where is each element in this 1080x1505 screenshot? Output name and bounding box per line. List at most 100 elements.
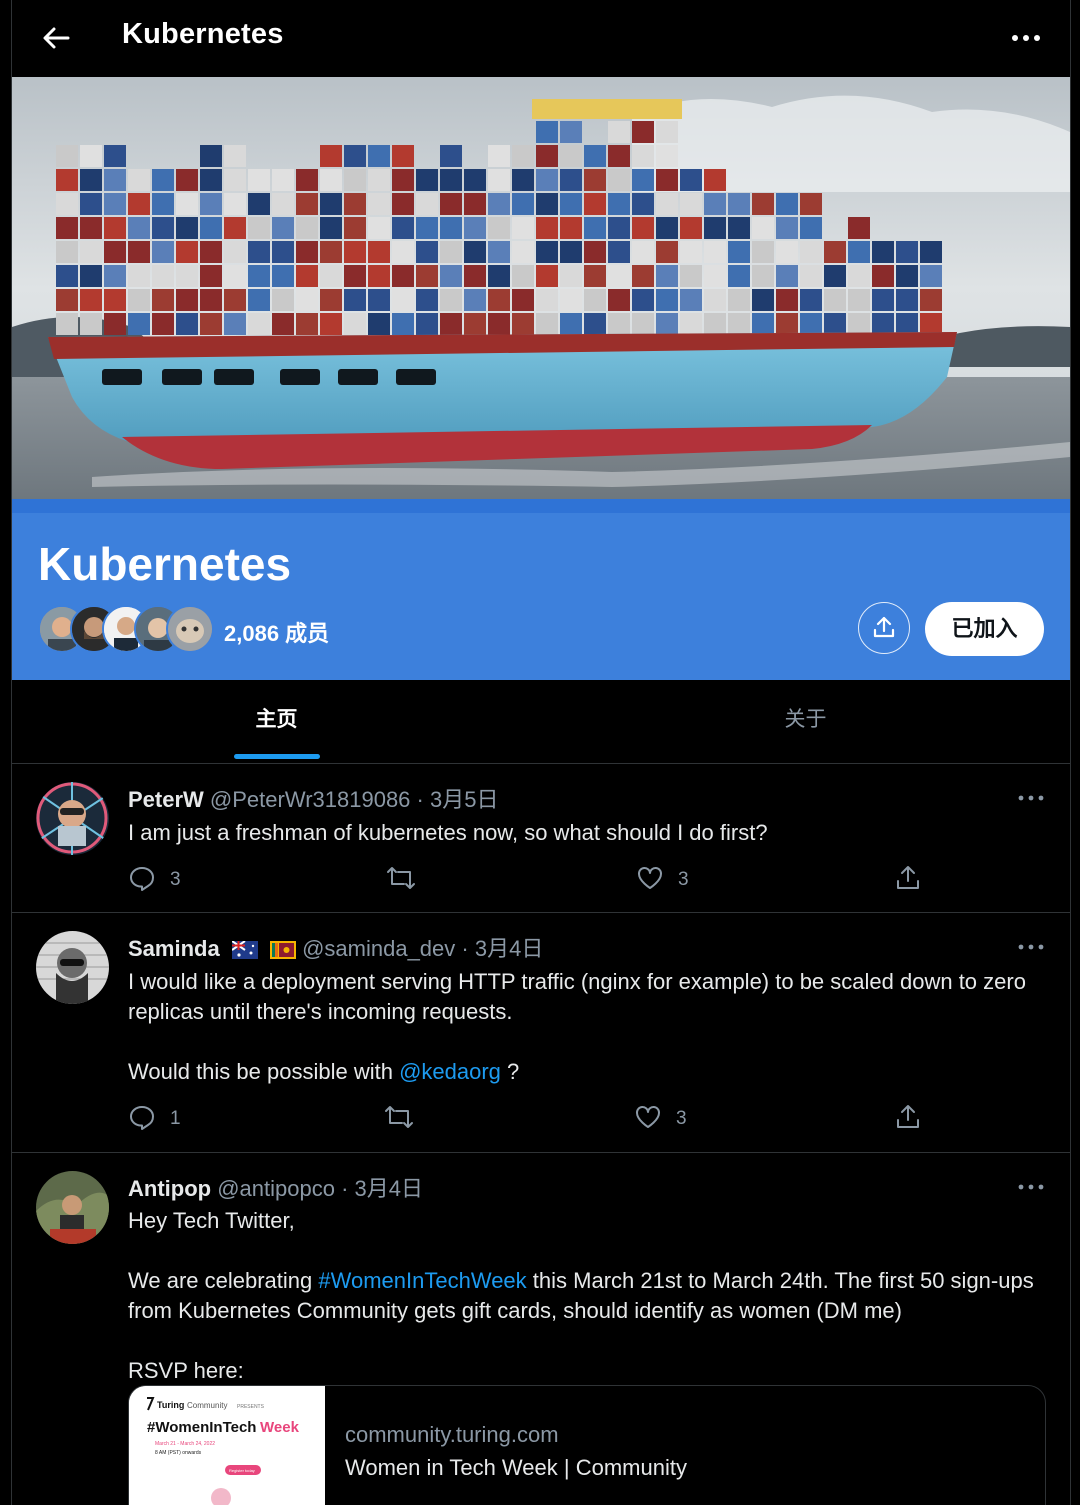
shipping-container [128, 313, 150, 335]
post-text-line: Would this be possible with @kedaorg ? [128, 1057, 1038, 1087]
reply-count: 3 [170, 869, 181, 890]
shipping-container [344, 169, 366, 191]
shipping-container [752, 193, 774, 215]
author-name[interactable]: Saminda [128, 936, 220, 961]
shipping-container [344, 313, 366, 335]
shipping-container [200, 241, 222, 263]
shipping-container [848, 265, 870, 287]
shipping-container [608, 121, 630, 143]
more-icon[interactable] [1006, 20, 1046, 56]
thumb-tag-b: Week [260, 1419, 300, 1436]
shipping-container [272, 289, 294, 311]
shipping-container [272, 241, 294, 263]
shipping-container [368, 313, 390, 335]
reply-icon [130, 1106, 154, 1130]
mention-link[interactable]: @kedaorg [399, 1059, 501, 1084]
top-bar: Kubernetes [12, 0, 1070, 76]
shipping-container [344, 241, 366, 263]
shipping-container [536, 265, 558, 287]
post-text: I am just a freshman of kubernetes now, … [128, 818, 1038, 848]
author-name[interactable]: PeterW [128, 787, 204, 812]
shipping-container [632, 145, 654, 167]
active-tab-indicator [234, 754, 320, 759]
more-icon[interactable] [1016, 790, 1046, 806]
post-date[interactable]: 3月5日 [430, 787, 498, 812]
author-handle[interactable]: @PeterWr31819086 [210, 787, 411, 812]
shipping-container [248, 265, 270, 287]
member-count[interactable]: 2,086 成员 [224, 616, 329, 648]
link-preview-card[interactable]: Turing Community PRESENTS #WomenInTech W… [128, 1385, 1046, 1505]
author-name[interactable]: Antipop [128, 1176, 211, 1201]
post-date[interactable]: 3月4日 [355, 1176, 423, 1201]
shipping-container [536, 217, 558, 239]
shipping-container [752, 217, 774, 239]
shipping-container [368, 289, 390, 311]
shipping-container [680, 241, 702, 263]
shipping-container [824, 265, 846, 287]
shipping-container [128, 169, 150, 191]
shipping-container [344, 265, 366, 287]
shipping-container [752, 265, 774, 287]
avatar[interactable] [36, 931, 109, 1004]
hashtag-link[interactable]: #WomenInTechWeek [318, 1268, 526, 1293]
shipping-container [176, 193, 198, 215]
post[interactable]: Saminda @saminda_dev · 3月4日 I would like… [12, 913, 1070, 1153]
shipping-container [464, 289, 486, 311]
share-button[interactable] [858, 602, 910, 654]
shipping-container [704, 241, 726, 263]
shipping-container [320, 145, 342, 167]
shipping-container [392, 145, 414, 167]
avatar[interactable] [36, 1171, 109, 1244]
tab-home-label: 主页 [255, 708, 298, 731]
shipping-container [80, 193, 102, 215]
joined-button[interactable]: 已加入 [925, 602, 1044, 656]
shipping-container [656, 289, 678, 311]
shipping-container [704, 289, 726, 311]
post[interactable]: PeterW @PeterWr31819086 · 3月5日 I am just… [12, 764, 1070, 913]
shipping-container [296, 193, 318, 215]
shipping-container [128, 217, 150, 239]
page-title: Kubernetes [122, 18, 284, 50]
post-date[interactable]: 3月4日 [475, 936, 543, 961]
author-handle[interactable]: @antipopco [217, 1176, 335, 1201]
shipping-container [848, 217, 870, 239]
shipping-container [176, 313, 198, 335]
shipping-container [632, 289, 654, 311]
back-arrow-icon[interactable] [38, 20, 74, 56]
shipping-container [488, 145, 510, 167]
shipping-container [920, 265, 942, 287]
shipping-container [560, 145, 582, 167]
shipping-container [296, 289, 318, 311]
shipping-container [728, 313, 750, 335]
shipping-container [368, 169, 390, 191]
post-text: Hey Tech Twitter, We are celebrating #Wo… [128, 1206, 1038, 1386]
shipping-container [896, 241, 918, 263]
thumb-tag-a: #WomenInTech [147, 1419, 256, 1436]
shipping-container [632, 169, 654, 191]
shipping-container [632, 217, 654, 239]
shipping-container [368, 241, 390, 263]
tab-about[interactable]: 关于 [541, 681, 1070, 763]
shipping-container [248, 241, 270, 263]
shipping-container [248, 169, 270, 191]
tab-home[interactable]: 主页 [12, 681, 541, 763]
shipping-container [848, 313, 870, 335]
shipping-container [536, 241, 558, 263]
member-avatars[interactable] [38, 605, 218, 653]
shipping-container [896, 265, 918, 287]
shipping-container [584, 289, 606, 311]
retweet-icon [385, 1106, 413, 1128]
shipping-container [656, 313, 678, 335]
shipping-container [608, 265, 630, 287]
avatar[interactable] [36, 782, 109, 855]
shipping-container [56, 313, 78, 335]
thumb-time: 8 AM (PST) onwards [155, 1450, 202, 1456]
shipping-container [584, 193, 606, 215]
post[interactable]: Antipop @antipopco · 3月4日 Hey Tech Twitt… [12, 1153, 1070, 1505]
shipping-container [320, 265, 342, 287]
author-handle[interactable]: @saminda_dev [302, 936, 455, 961]
post-text-fragment: Would this be possible with [128, 1059, 400, 1084]
more-icon[interactable] [1016, 1179, 1046, 1195]
like-count: 3 [678, 869, 689, 890]
more-icon[interactable] [1016, 939, 1046, 955]
